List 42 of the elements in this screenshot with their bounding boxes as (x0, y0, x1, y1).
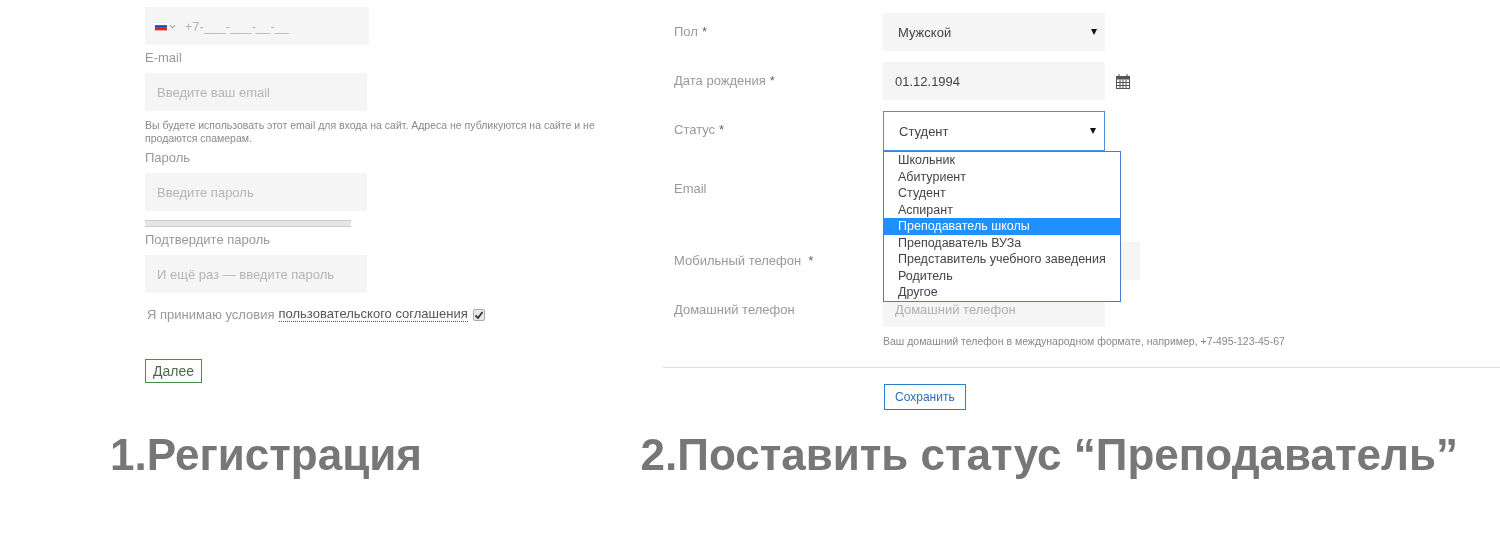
field-label: Пол (674, 24, 698, 39)
field-label: Мобильный телефон (674, 253, 802, 268)
required-mark: * (719, 122, 725, 137)
field-label: E-mail (145, 50, 182, 66)
date-field[interactable]: 01.12.1994 (883, 62, 1105, 100)
dropdown-option[interactable]: Представитель учебного заведения (884, 251, 1120, 268)
caret-icon (1090, 128, 1096, 134)
required-mark: * (701, 24, 707, 39)
next-button[interactable]: Далее (145, 359, 202, 383)
calendar-icon (1116, 73, 1130, 89)
dropdown-option[interactable]: Родитель (884, 267, 1120, 284)
agreement-text: Я принимаю условия (147, 307, 275, 322)
step-caption: 1.Регистрация (110, 429, 422, 481)
hint-text: Вы будете использовать этот email для входа на сайт. Адреса не публикуются на сайте и не продаются спамерам. (145, 119, 596, 145)
select-field[interactable]: Мужской (883, 13, 1105, 51)
field-label: Статус (674, 122, 716, 137)
dropdown-option[interactable]: Школьник (884, 152, 1120, 169)
step-caption: 2.Поставить статус “Преподаватель” (640, 429, 1458, 481)
required-mark: * (808, 253, 814, 268)
save-button[interactable]: Сохранить (884, 384, 966, 410)
field-label: Подтвердите пароль (145, 232, 271, 248)
input-field[interactable]: И ещё раз — введите пароль (145, 255, 367, 293)
phone-number-input[interactable]: +7-___-___-__-__ (184, 18, 359, 34)
required-mark: * (769, 73, 775, 88)
dropdown-option[interactable]: Аспирант (884, 201, 1120, 218)
dropdown-option[interactable]: Преподаватель ВУЗа (884, 234, 1120, 251)
agreement-link[interactable]: пользовательского соглашения (278, 307, 468, 322)
hint-text: Ваш домашний телефон в международном формате, например, +7-495-123-45-67 (883, 335, 1285, 347)
field-label: Дата рождения (674, 73, 766, 88)
dropdown-option[interactable]: Абитуриент (884, 168, 1120, 185)
checkbox[interactable] (472, 308, 485, 321)
flag-icon (155, 21, 167, 31)
phone-field[interactable]: +7-___-___-__-__ (145, 7, 369, 45)
input-field[interactable]: Введите ваш email (145, 73, 367, 111)
field-label: Email (674, 181, 707, 196)
select-field[interactable]: Студент (883, 111, 1105, 151)
caret-icon (1091, 29, 1097, 35)
field-label: Домашний телефон (674, 302, 795, 317)
chevron-icon (168, 23, 176, 29)
dropdown-option[interactable]: Студент (884, 185, 1120, 202)
field-label: Пароль (145, 150, 191, 166)
input-field[interactable]: Введите пароль (145, 173, 367, 211)
